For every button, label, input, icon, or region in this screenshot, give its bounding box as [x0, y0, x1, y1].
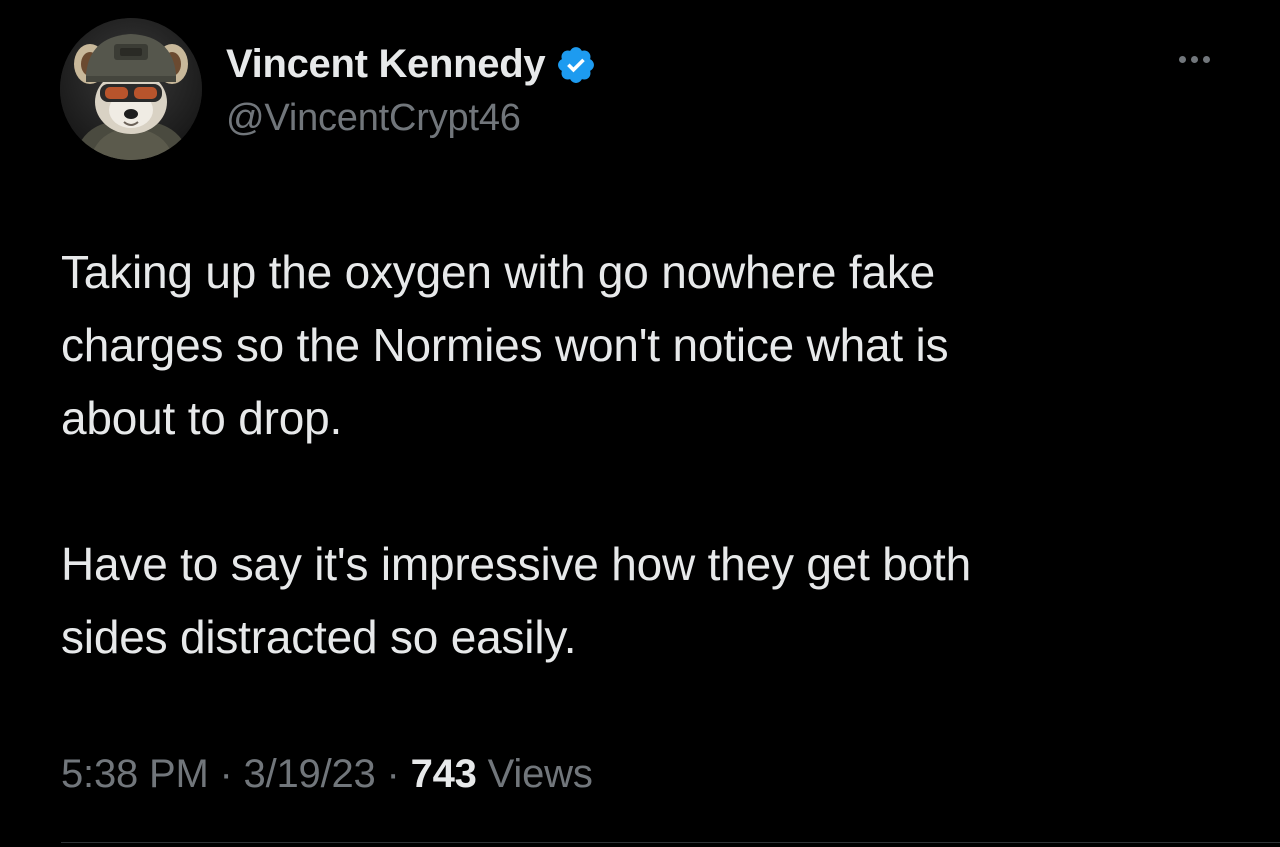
tweet-time[interactable]: 5:38 PM [61, 752, 209, 796]
views-label: Views [487, 752, 593, 796]
tweet-detail: Vincent Kennedy @VincentCrypt46 Taking u… [0, 0, 1280, 847]
name-row: Vincent Kennedy [226, 39, 597, 91]
divider [61, 842, 1280, 843]
more-horizontal-icon[interactable] [1170, 46, 1218, 72]
verified-badge-icon[interactable] [555, 44, 597, 86]
more-dot [1190, 55, 1198, 63]
tweet-paragraph: Taking up the oxygen with go nowhere fak… [61, 246, 949, 444]
more-dot [1178, 55, 1186, 63]
meta-separator: · [386, 752, 400, 796]
tweet-meta: 5:38 PM · 3/19/23 · 743 Views [61, 752, 593, 797]
tweet-header: Vincent Kennedy @VincentCrypt46 [60, 18, 597, 160]
author-display-name[interactable]: Vincent Kennedy [226, 42, 546, 87]
meta-separator: · [219, 752, 233, 796]
author-handle[interactable]: @VincentCrypt46 [226, 97, 597, 140]
views-count[interactable]: 743 [411, 752, 477, 796]
tweet-paragraph: Have to say it's impressive how they get… [61, 538, 971, 663]
tweet-text: Taking up the oxygen with go nowhere fak… [61, 236, 1211, 674]
red-panda-soldier-avatar-icon [60, 18, 202, 160]
author-identity: Vincent Kennedy @VincentCrypt46 [226, 39, 597, 140]
tweet-date[interactable]: 3/19/23 [244, 752, 376, 796]
more-dot [1202, 55, 1210, 63]
avatar[interactable] [60, 18, 202, 160]
